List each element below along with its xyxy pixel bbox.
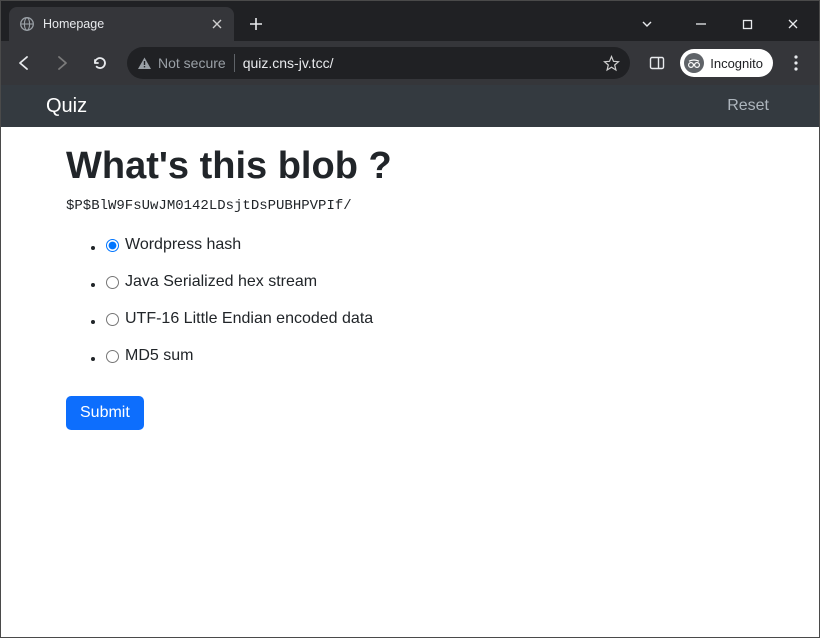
titlebar: Homepage (1, 1, 819, 41)
back-button[interactable] (7, 46, 41, 80)
answer-list: Wordpress hash Java Serialized hex strea… (66, 234, 754, 370)
answer-option[interactable]: MD5 sum (106, 345, 193, 367)
page-title: What's this blob ? (66, 145, 754, 188)
list-item: Wordpress hash (106, 234, 754, 259)
answer-option[interactable]: Java Serialized hex stream (106, 271, 317, 293)
address-bar[interactable]: Not secure quiz.cns-jv.tcc/ (127, 47, 630, 79)
maximize-button[interactable] (725, 9, 769, 39)
answer-radio[interactable] (106, 239, 119, 252)
answer-option[interactable]: UTF-16 Little Endian encoded data (106, 308, 373, 330)
answer-radio[interactable] (106, 350, 119, 363)
not-secure-label: Not secure (158, 55, 226, 71)
forward-button[interactable] (45, 46, 79, 80)
close-icon[interactable] (210, 17, 224, 31)
browser-chrome: Homepage (1, 1, 819, 85)
tab-title: Homepage (43, 17, 202, 31)
list-item: MD5 sum (106, 345, 754, 370)
window-controls (625, 7, 819, 41)
answer-label: Wordpress hash (125, 234, 241, 256)
incognito-label: Incognito (710, 56, 763, 71)
toolbar: Not secure quiz.cns-jv.tcc/ Incognito (1, 41, 819, 85)
blob-code: $P$BlW9FsUwJM0142LDsjtDsPUBHPVPIf/ (66, 198, 754, 214)
chevron-down-icon[interactable] (625, 9, 669, 39)
reset-link[interactable]: Reset (727, 97, 769, 115)
new-tab-button[interactable] (242, 10, 270, 38)
incognito-icon (684, 53, 704, 73)
warning-icon (137, 56, 152, 71)
answer-label: UTF-16 Little Endian encoded data (125, 308, 373, 330)
list-item: Java Serialized hex stream (106, 271, 754, 296)
answer-radio[interactable] (106, 313, 119, 326)
toolbar-right: Incognito (640, 46, 813, 80)
incognito-badge[interactable]: Incognito (680, 49, 773, 77)
answer-radio[interactable] (106, 276, 119, 289)
submit-button[interactable]: Submit (66, 396, 144, 430)
brand[interactable]: Quiz (46, 95, 87, 118)
bookmark-star-icon[interactable] (603, 55, 620, 72)
main-container: What's this blob ? $P$BlW9FsUwJM0142LDsj… (1, 127, 819, 430)
globe-icon (19, 16, 35, 32)
separator (234, 54, 235, 72)
answer-label: Java Serialized hex stream (125, 271, 317, 293)
reload-button[interactable] (83, 46, 117, 80)
browser-tab[interactable]: Homepage (9, 7, 234, 41)
minimize-button[interactable] (679, 9, 723, 39)
url-text: quiz.cns-jv.tcc/ (243, 55, 334, 71)
not-secure-indicator[interactable]: Not secure (137, 55, 226, 71)
list-item: UTF-16 Little Endian encoded data (106, 308, 754, 333)
answer-label: MD5 sum (125, 345, 193, 367)
page-navbar: Quiz Reset (1, 85, 819, 127)
window-close-button[interactable] (771, 9, 815, 39)
kebab-menu-icon[interactable] (779, 46, 813, 80)
answer-option[interactable]: Wordpress hash (106, 234, 241, 256)
side-panel-icon[interactable] (640, 46, 674, 80)
